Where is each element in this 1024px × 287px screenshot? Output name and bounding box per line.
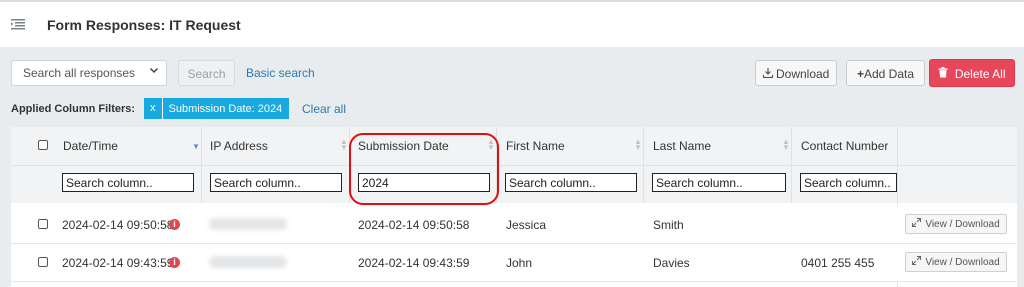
table-header: Date/Time ▼ IP Address ▲ ▼ Submission Dat… <box>11 127 1017 203</box>
basic-search-link[interactable]: Basic search <box>246 66 315 80</box>
trash-icon <box>938 67 951 81</box>
cell-submission-date: 2024-02-14 09:43:59 <box>358 256 470 270</box>
cell-last-name: Smith <box>653 218 684 232</box>
sort-icon[interactable]: ▼ <box>192 143 200 151</box>
view-download-label: View / Download <box>925 218 1000 230</box>
header-divider <box>11 165 1017 166</box>
cell-datetime: 2024-02-14 09:50:58 <box>62 218 174 232</box>
remove-filter-button[interactable]: x <box>144 98 163 119</box>
menu-icon[interactable] <box>11 18 25 32</box>
cell-datetime: 2024-02-14 09:43:59 <box>62 256 174 270</box>
cell-ip-address-redacted <box>209 256 287 268</box>
select-all-checkbox[interactable] <box>38 140 48 150</box>
add-data-label: Add Data <box>863 67 915 81</box>
column-search-first-name[interactable] <box>505 173 637 192</box>
cell-first-name: John <box>506 256 533 270</box>
delete-all-button[interactable]: Delete All <box>929 59 1015 87</box>
cell-contact-number: 0401 255 455 <box>801 256 875 270</box>
column-header-ip-address[interactable]: IP Address <box>210 139 268 153</box>
search-scope-select[interactable]: Search all responses <box>11 60 167 86</box>
annotation-highlight-ring <box>349 133 499 205</box>
column-search-datetime[interactable] <box>62 173 194 192</box>
column-header-first-name[interactable]: First Name <box>506 139 565 153</box>
cell-first-name: Jessica <box>506 218 547 232</box>
cell-ip-address-redacted <box>209 218 287 230</box>
chevron-down-icon <box>149 65 159 78</box>
sort-icon[interactable]: ▲ ▼ <box>340 138 348 152</box>
sort-icon[interactable]: ▲ ▼ <box>782 138 790 152</box>
filter-chip: x Submission Date: 2024 <box>144 98 290 119</box>
sort-icon[interactable]: ▲ ▼ <box>634 138 642 152</box>
applied-filters-label: Applied Column Filters: <box>11 103 136 115</box>
column-search-contact-number[interactable] <box>800 173 897 192</box>
cell-submission-date: 2024-02-14 09:50:58 <box>358 218 470 232</box>
table-row: 2024-02-14 09:50:58 i 2024-02-14 09:50:5… <box>11 206 1017 244</box>
page-title: Form Responses: IT Request <box>47 17 241 33</box>
view-download-label: View / Download <box>925 256 1000 268</box>
filter-chip-text: Submission Date: 2024 <box>168 102 283 115</box>
download-button[interactable]: Download <box>755 60 837 86</box>
column-search-last-name[interactable] <box>652 173 786 192</box>
row-checkbox[interactable] <box>38 219 48 229</box>
row-checkbox[interactable] <box>38 257 48 267</box>
responses-table: Date/Time ▼ IP Address ▲ ▼ Submission Dat… <box>11 127 1017 287</box>
expand-icon <box>912 256 922 268</box>
expand-icon <box>912 218 922 230</box>
cell-last-name: Davies <box>653 256 690 270</box>
table-row: 2024-02-14 09:43:59 i 2024-02-14 09:43:5… <box>11 244 1017 282</box>
view-download-button[interactable]: View / Download <box>905 252 1007 272</box>
search-button[interactable]: Search <box>178 60 235 86</box>
info-icon[interactable]: i <box>169 219 180 230</box>
column-header-datetime[interactable]: Date/Time <box>63 139 118 153</box>
top-bar: Form Responses: IT Request <box>0 0 1024 47</box>
search-scope-value: Search all responses <box>23 66 136 80</box>
plus-icon: + <box>856 67 864 81</box>
column-header-last-name[interactable]: Last Name <box>653 139 711 153</box>
view-download-button[interactable]: View / Download <box>905 214 1007 234</box>
clear-all-link[interactable]: Clear all <box>302 102 346 116</box>
download-icon <box>762 67 776 81</box>
add-data-button[interactable]: +Add Data <box>846 60 925 86</box>
column-search-ip-address[interactable] <box>210 173 342 192</box>
info-icon[interactable]: i <box>169 257 180 268</box>
download-label: Download <box>775 67 830 81</box>
column-header-contact-number[interactable]: Contact Number <box>801 139 888 153</box>
delete-all-label: Delete All <box>954 67 1006 81</box>
